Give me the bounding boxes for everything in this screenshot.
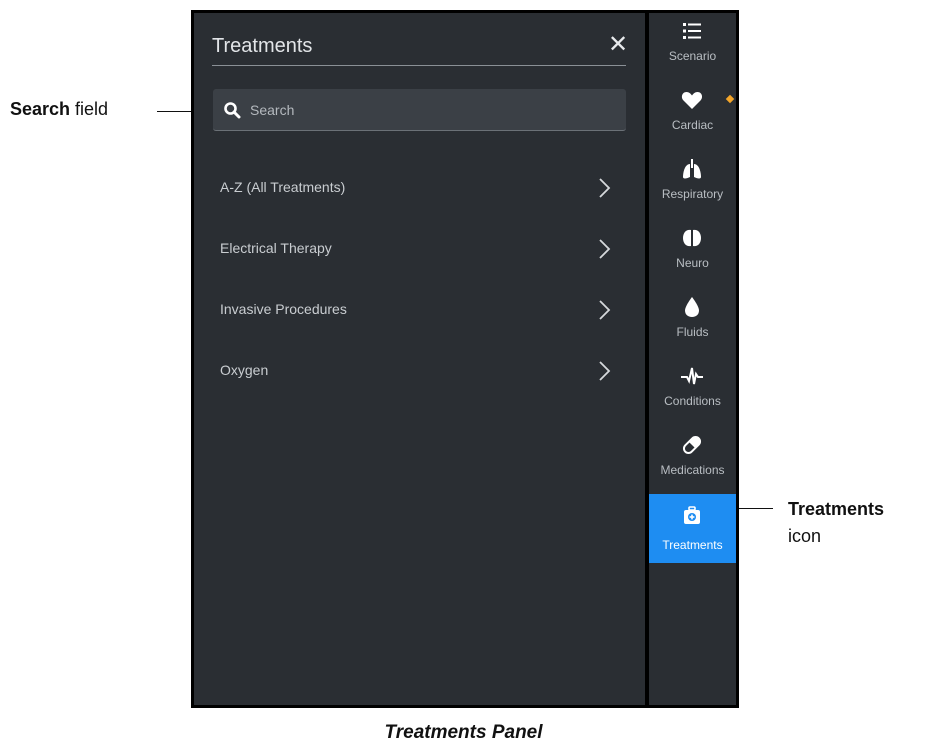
close-button[interactable]: ✕ [606, 33, 630, 57]
rail-item-label: Cardiac [671, 118, 714, 132]
rail-item-label: Medications [660, 463, 725, 477]
rail-item-label: Scenario [668, 49, 717, 63]
menu-item-label: Electrical Therapy [220, 240, 332, 256]
list-icon [683, 23, 701, 39]
menu-item-electrical-therapy[interactable]: Electrical Therapy [194, 222, 645, 274]
search-callout-rest: field [70, 99, 109, 119]
rail-item-treatments[interactable]: Treatments [649, 494, 736, 563]
pulse-icon [681, 367, 703, 385]
menu-item-oxygen[interactable]: Oxygen [194, 344, 645, 396]
title-divider [212, 65, 626, 66]
chevron-right-icon [599, 239, 611, 259]
rail-item-label: Neuro [676, 256, 709, 270]
menu-item-label: A-Z (All Treatments) [220, 179, 346, 195]
menu-item-a-z[interactable]: A-Z (All Treatments) [194, 161, 645, 213]
brain-icon [683, 229, 701, 247]
search-callout-bold: Search [10, 99, 71, 119]
rail-item-label: Treatments [662, 538, 723, 552]
rail-item-label: Respiratory [661, 187, 724, 201]
lungs-icon [683, 159, 701, 179]
treatments-icon-callout: Treatments icon [788, 496, 884, 550]
treatments-panel: Treatments ✕ A-Z (All Treatments) Electr… [194, 13, 645, 705]
rail-item-neuro[interactable]: Neuro [649, 222, 736, 291]
nav-rail: Scenario Cardiac Respiratory Neuro Fluid… [649, 13, 736, 705]
menu-item-label: Invasive Procedures [220, 301, 347, 317]
menu-item-invasive-procedures[interactable]: Invasive Procedures [194, 283, 645, 335]
pill-icon [682, 435, 702, 455]
treatments-callout-bold: Treatments [788, 499, 885, 519]
rail-item-fluids[interactable]: Fluids [649, 291, 736, 360]
rail-item-conditions[interactable]: Conditions [649, 360, 736, 429]
figure-caption: Treatments Panel [384, 722, 543, 743]
search-field-callout: Search field [10, 99, 108, 120]
chevron-right-icon [599, 361, 611, 381]
search-input[interactable] [248, 89, 612, 131]
rail-item-respiratory[interactable]: Respiratory [649, 153, 736, 222]
rail-item-label: Conditions [664, 394, 721, 408]
treatments-callout-rest: icon [788, 526, 822, 546]
rail-item-scenario[interactable]: Scenario [649, 15, 736, 84]
chevron-right-icon [599, 178, 611, 198]
search-field[interactable] [213, 89, 626, 131]
chevron-right-icon [599, 300, 611, 320]
rail-item-cardiac[interactable]: Cardiac [649, 84, 736, 153]
menu-item-label: Oxygen [220, 362, 269, 378]
rail-item-medications[interactable]: Medications [649, 429, 736, 498]
droplet-icon [685, 297, 699, 317]
heart-icon [681, 92, 703, 109]
medkit-icon [684, 506, 700, 524]
cardiac-alert-badge [725, 94, 735, 104]
rail-item-label: Fluids [676, 325, 709, 339]
search-icon [224, 102, 241, 119]
panel-title: Treatments [212, 35, 313, 57]
